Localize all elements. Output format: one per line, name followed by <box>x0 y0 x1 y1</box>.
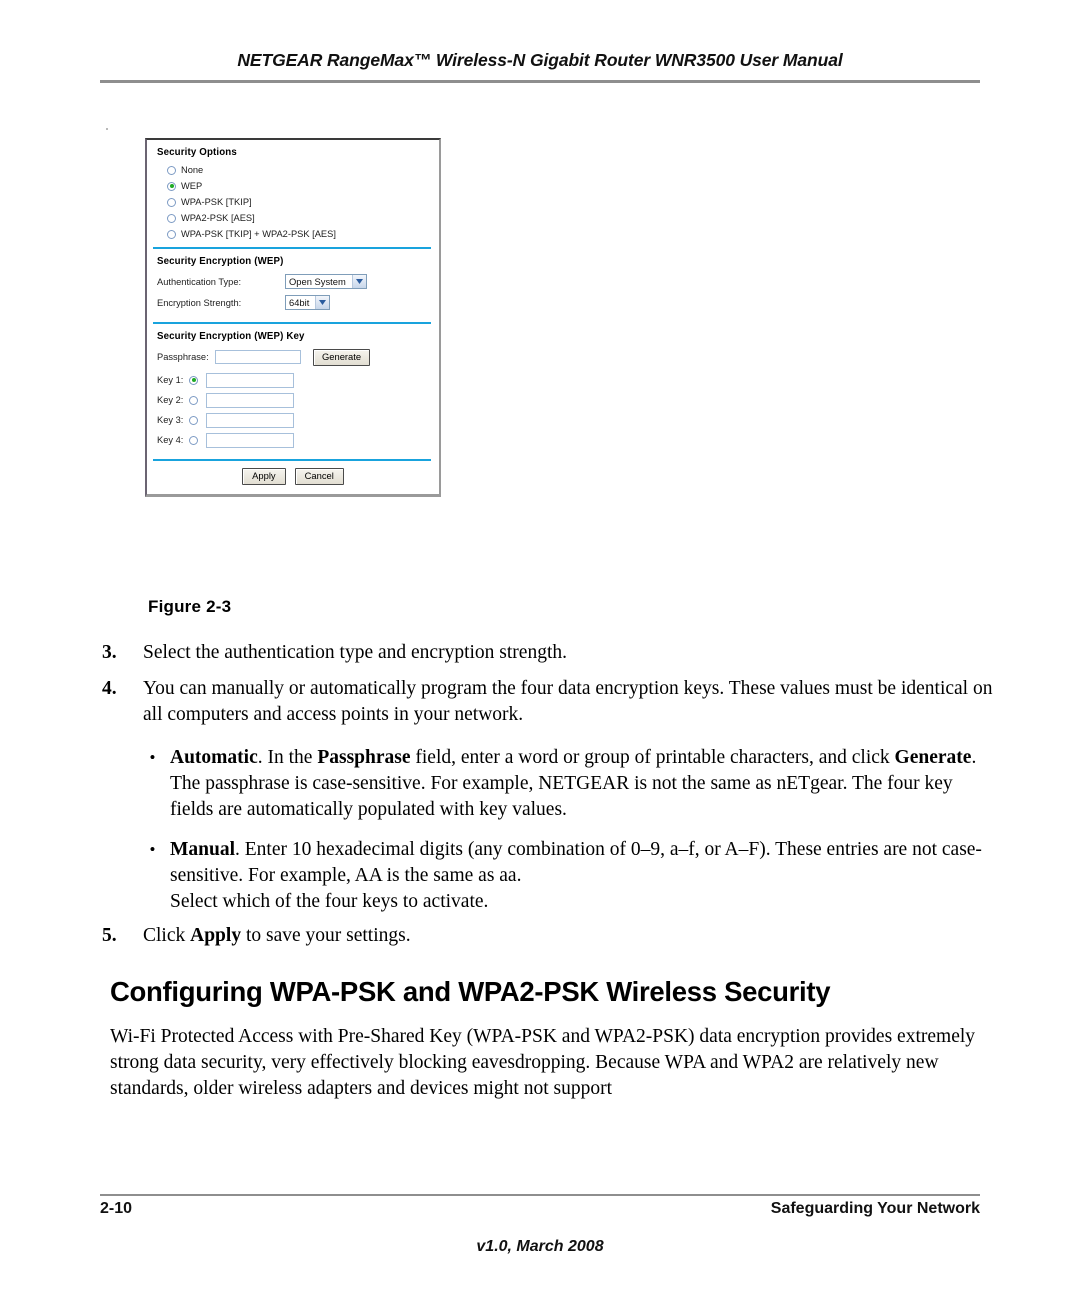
wep-key-label: Key 2: <box>157 395 184 406</box>
radio-icon[interactable] <box>167 229 176 239</box>
radio-icon[interactable] <box>167 165 176 175</box>
bullet-marker: • <box>149 840 156 859</box>
security-encryption-section: Security Encryption (WEP) Authentication… <box>147 249 439 322</box>
encryption-strength-value: 64bit <box>289 297 310 308</box>
radio-icon[interactable] <box>189 395 198 405</box>
security-options-title: Security Options <box>157 147 237 158</box>
security-option-wep[interactable]: WEP <box>167 181 429 191</box>
passphrase-input[interactable] <box>215 350 301 365</box>
scan-artifact <box>106 128 108 130</box>
radio-icon[interactable] <box>189 415 198 425</box>
bullet-text-1: . In the <box>257 747 318 768</box>
step-number: 4. <box>102 678 117 699</box>
router-security-settings-screenshot: Security Options None WEP WPA-PSK [TKIP]… <box>145 138 441 497</box>
step-3: 3. Select the authentication type and en… <box>100 640 1000 666</box>
security-option-label: None <box>181 165 204 175</box>
security-option-label: WEP <box>181 181 203 191</box>
bullet-text-1: . Enter 10 hexadecimal digits (any combi… <box>170 839 982 886</box>
radio-selected-icon[interactable] <box>189 375 198 385</box>
bullet-automatic: • Automatic. In the Passphrase field, en… <box>135 745 990 823</box>
security-option-label: WPA-PSK [TKIP] <box>181 197 252 207</box>
wep-key-label: Key 3: <box>157 415 184 426</box>
security-option-none[interactable]: None <box>167 165 429 175</box>
bullet-text-2: Select which of the four keys to activat… <box>170 891 489 912</box>
radio-icon[interactable] <box>167 197 176 207</box>
section-heading: Configuring WPA-PSK and WPA2-PSK Wireles… <box>110 976 831 1007</box>
apply-button[interactable]: Apply <box>242 467 286 485</box>
footer-chapter-title: Safeguarding Your Network <box>770 1200 980 1217</box>
bullet-lead: Automatic <box>170 747 258 768</box>
passphrase-label: Passphrase: <box>157 352 209 363</box>
step-emphasis-apply: Apply <box>190 925 242 946</box>
security-option-wpa-psk-tkip-wpa2-psk-aes[interactable]: WPA-PSK [TKIP] + WPA2-PSK [AES] <box>167 229 429 239</box>
radio-icon[interactable] <box>167 213 176 223</box>
authentication-type-value: Open System <box>289 276 346 287</box>
page-header: NETGEAR RangeMax™ Wireless-N Gigabit Rou… <box>100 50 980 83</box>
encryption-strength-row: Encryption Strength: 64bit <box>157 295 429 310</box>
section-paragraph: Wi-Fi Protected Access with Pre-Shared K… <box>110 1026 976 1099</box>
wep-key-row-4: Key 4: <box>157 432 429 448</box>
footer-divider <box>100 1194 980 1196</box>
encryption-strength-select[interactable]: 64bit <box>285 295 331 310</box>
wep-key-row-3: Key 3: <box>157 412 429 428</box>
chevron-down-icon[interactable] <box>315 296 330 309</box>
step-number: 3. <box>102 642 117 663</box>
step-4: 4. You can manually or automatically pro… <box>100 676 1000 728</box>
bullet-text: Automatic. In the Passphrase field, ente… <box>170 745 990 823</box>
encryption-strength-label: Encryption Strength: <box>157 297 242 308</box>
page-header-title: NETGEAR RangeMax™ Wireless-N Gigabit Rou… <box>237 50 843 70</box>
wep-key-input[interactable] <box>206 432 294 448</box>
step-text: Select the authentication type and encry… <box>143 642 567 663</box>
wep-key-label: Key 1: <box>157 375 184 386</box>
security-options-section: Security Options None WEP WPA-PSK [TKIP]… <box>147 140 439 247</box>
security-option-label: WPA2-PSK [AES] <box>181 213 255 223</box>
cancel-button[interactable]: Cancel <box>294 467 344 485</box>
security-encryption-title: Security Encryption (WEP) <box>157 256 284 267</box>
chevron-down-icon[interactable] <box>351 275 366 288</box>
bullet-emphasis-passphrase: Passphrase <box>317 747 411 768</box>
radio-selected-icon[interactable] <box>167 181 176 191</box>
step-text: Click Apply to save your settings. <box>143 923 1000 949</box>
bullet-lead: Manual <box>170 839 236 860</box>
wep-key-label: Key 4: <box>157 435 184 446</box>
authentication-type-select[interactable]: Open System <box>285 274 367 289</box>
wep-key-row-2: Key 2: <box>157 392 429 408</box>
generate-button[interactable]: Generate <box>313 349 371 366</box>
security-option-wpa2-psk-aes[interactable]: WPA2-PSK [AES] <box>167 213 429 223</box>
page-footer: 2-10 Safeguarding Your Network <box>100 1200 980 1218</box>
authentication-type-label: Authentication Type: <box>157 276 242 287</box>
wep-key-title: Security Encryption (WEP) Key <box>157 331 305 342</box>
wep-key-input[interactable] <box>206 372 294 388</box>
step-text-1: Click <box>143 925 191 946</box>
wep-key-input[interactable] <box>206 412 294 428</box>
header-divider <box>100 80 980 83</box>
wep-key-row-1: Key 1: <box>157 372 429 388</box>
bullet-emphasis-generate: Generate <box>894 747 972 768</box>
bullet-text: Manual. Enter 10 hexadecimal digits (any… <box>170 837 990 915</box>
step-number: 5. <box>102 925 117 946</box>
bullet-text-2: field, enter a word or group of printabl… <box>410 747 895 768</box>
bullet-marker: • <box>149 748 156 767</box>
step-5: 5. Click Apply to save your settings. <box>100 923 1000 949</box>
authentication-type-row: Authentication Type: Open System <box>157 274 429 289</box>
footer-version: v1.0, March 2008 <box>476 1238 604 1255</box>
bullet-manual: • Manual. Enter 10 hexadecimal digits (a… <box>135 837 990 915</box>
passphrase-row: Passphrase: Generate <box>157 349 429 366</box>
form-actions: Apply Cancel <box>147 461 439 494</box>
footer-page-number: 2-10 <box>100 1200 133 1217</box>
step-text: You can manually or automatically progra… <box>143 678 993 725</box>
security-option-wpa-psk-tkip[interactable]: WPA-PSK [TKIP] <box>167 197 429 207</box>
wep-key-input[interactable] <box>206 392 294 408</box>
radio-icon[interactable] <box>189 435 198 445</box>
figure-caption: Figure 2-3 <box>148 597 232 616</box>
step-text-2: to save your settings. <box>241 925 411 946</box>
wep-key-section: Security Encryption (WEP) Key Passphrase… <box>147 324 439 459</box>
security-option-label: WPA-PSK [TKIP] + WPA2-PSK [AES] <box>181 229 336 239</box>
